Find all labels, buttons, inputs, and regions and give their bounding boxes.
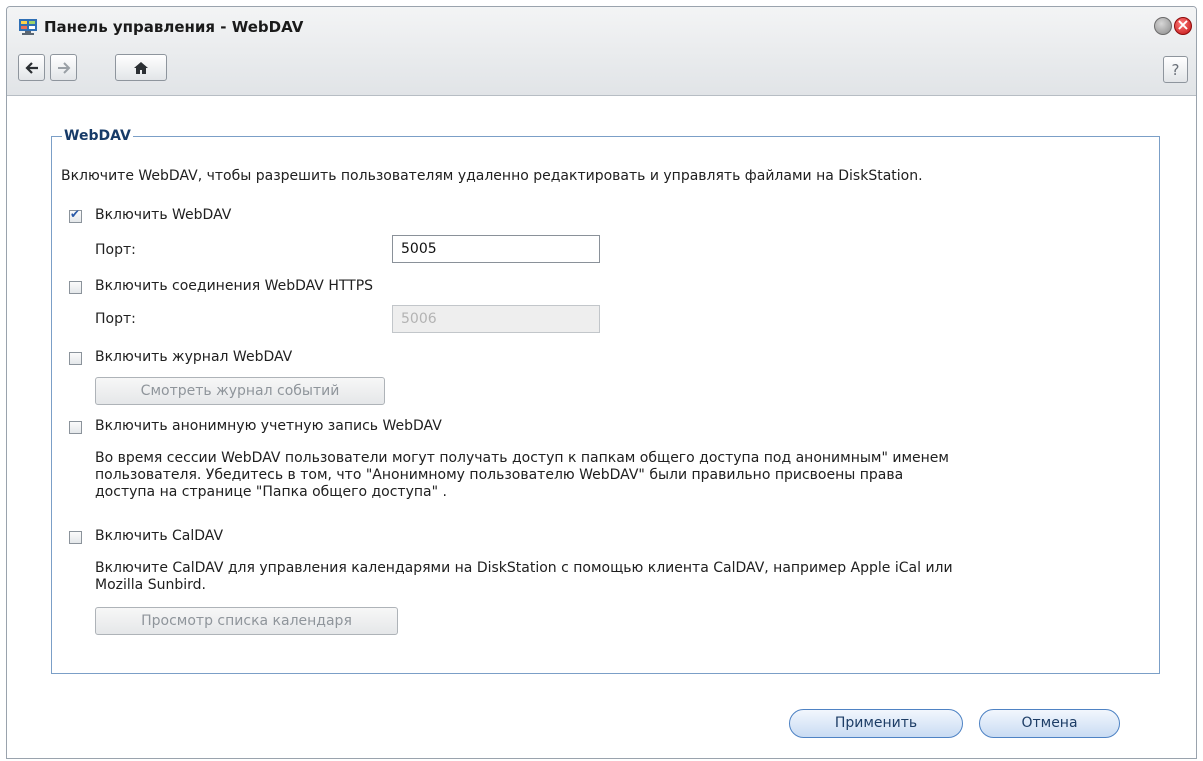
control-panel-window: Панель управления - WebDAV ? WebDAV Вклю… (6, 6, 1197, 759)
enable-https-label[interactable]: Включить соединения WebDAV HTTPS (95, 278, 373, 294)
anonymous-note-line: пользователя. Убедитесь в том, что "Анон… (95, 467, 904, 483)
caldav-note: Включите CalDAV для управления календаря… (95, 560, 953, 594)
home-icon (134, 61, 148, 74)
webdav-port-input[interactable]: 5005 (392, 235, 600, 263)
home-button[interactable] (115, 54, 167, 81)
caldav-note-line: Включите CalDAV для управления календаря… (95, 560, 953, 576)
enable-caldav-checkbox[interactable] (69, 531, 82, 544)
https-port-label: Порт: (95, 311, 136, 327)
enable-log-label[interactable]: Включить журнал WebDAV (95, 349, 292, 365)
title-bar: Панель управления - WebDAV ? (7, 7, 1196, 96)
enable-anonymous-checkbox[interactable] (69, 421, 82, 434)
enable-webdav-checkbox[interactable] (69, 207, 82, 223)
control-panel-icon (19, 19, 37, 35)
view-log-button[interactable]: Смотреть журнал событий (95, 377, 385, 405)
cancel-button[interactable]: Отмена (979, 709, 1120, 738)
close-button[interactable] (1174, 15, 1192, 35)
minimize-button[interactable] (1154, 17, 1172, 35)
webdav-port-label: Порт: (95, 242, 136, 258)
content-area: WebDAV Включите WebDAV, чтобы разрешить … (7, 96, 1196, 758)
arrow-left-icon (24, 61, 38, 74)
back-button[interactable] (18, 54, 45, 81)
caldav-note-line: Mozilla Sunbird. (95, 577, 206, 593)
enable-log-checkbox[interactable] (69, 352, 82, 365)
anonymous-note: Во время сессии WebDAV пользователи могу… (95, 450, 949, 501)
apply-button[interactable]: Применить (789, 709, 963, 738)
forward-button[interactable] (50, 54, 77, 81)
arrow-right-icon (57, 61, 70, 74)
anonymous-note-line: доступа на странице "Папка общего доступ… (95, 484, 447, 500)
view-calendar-list-button[interactable]: Просмотр списка календаря (95, 607, 398, 635)
window-title: Панель управления - WebDAV (44, 18, 304, 36)
enable-https-checkbox[interactable] (69, 281, 82, 294)
https-port-input[interactable]: 5006 (392, 305, 600, 333)
group-legend: WebDAV (64, 128, 131, 144)
help-button[interactable]: ? (1163, 56, 1188, 83)
enable-caldav-label[interactable]: Включить CalDAV (95, 528, 223, 544)
anonymous-note-line: Во время сессии WebDAV пользователи могу… (95, 450, 949, 466)
enable-webdav-label[interactable]: Включить WebDAV (95, 207, 231, 223)
webdav-description: Включите WebDAV, чтобы разрешить пользов… (61, 168, 923, 184)
enable-anonymous-label[interactable]: Включить анонимную учетную запись WebDAV (95, 418, 442, 434)
